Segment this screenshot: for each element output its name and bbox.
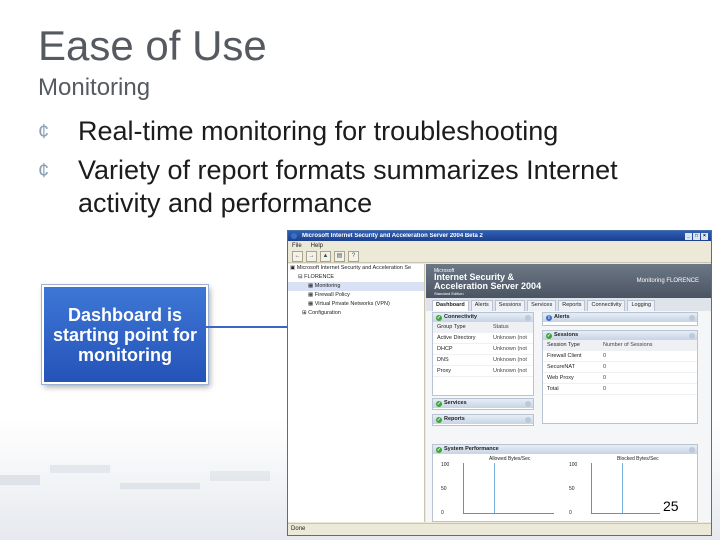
tab-logging[interactable]: Logging	[627, 300, 656, 311]
collapse-icon[interactable]	[689, 332, 695, 339]
help-icon[interactable]: ?	[348, 250, 359, 262]
table-row[interactable]: SecureNAT 0	[543, 362, 697, 373]
collapse-icon[interactable]	[525, 416, 531, 423]
page-number: 25	[660, 498, 682, 514]
table-row[interactable]: Firewall Client 0	[543, 351, 697, 362]
menu-help[interactable]: Help	[311, 243, 323, 249]
console-tree: ▣ Microsoft Internet Security and Accele…	[288, 264, 425, 522]
minimize-icon[interactable]: _	[685, 232, 692, 240]
sessions-header[interactable]: ✓ Sessions	[543, 331, 697, 340]
bullet-marker-icon: ¢	[38, 121, 50, 143]
table-row[interactable]: Active Directory Unknown (not	[433, 333, 533, 344]
reports-panel: ✓ Reports	[432, 414, 534, 426]
services-panel: ✓ Services	[432, 398, 534, 410]
up-icon[interactable]: ▲	[320, 250, 331, 262]
table-header: Group Type Status	[433, 322, 533, 333]
show-hide-icon[interactable]: ▤	[334, 250, 345, 262]
bullet-text: Real-time monitoring for troubleshooting	[78, 116, 559, 146]
y-tick-label: 0	[569, 510, 572, 516]
console-pane: Microsoft Internet Security & Accelerati…	[426, 264, 711, 522]
chart-series-line	[494, 463, 495, 513]
allowed-bytes-chart: Allowed Bytes/Sec 100 50 0	[441, 456, 561, 518]
banner-server: Monitoring FLORENCE	[636, 278, 699, 284]
banner-product: Internet Security & Acceleration Server …	[434, 272, 542, 291]
collapse-icon[interactable]	[689, 446, 695, 453]
table-row[interactable]: DHCP Unknown (not	[433, 344, 533, 355]
tab-bar: Dashboard Alerts Sessions Services Repor…	[426, 298, 711, 311]
chart-plot-area	[463, 463, 554, 514]
back-icon[interactable]: ←	[292, 250, 303, 262]
collapse-icon[interactable]	[525, 400, 531, 407]
close-icon[interactable]: ×	[701, 232, 708, 240]
alerts-header[interactable]: i Alerts	[543, 313, 697, 322]
isa-banner: Microsoft Internet Security & Accelerati…	[426, 264, 711, 298]
sessions-panel: ✓ Sessions Session Type Number of Sessio…	[542, 330, 698, 424]
tab-sessions[interactable]: Sessions	[494, 300, 526, 311]
app-icon	[291, 233, 297, 239]
table-row[interactable]: Proxy Unknown (not	[433, 366, 533, 377]
tree-node-vpn[interactable]: ▦ Virtual Private Networks (VPN)	[288, 300, 424, 309]
forward-icon[interactable]: →	[306, 250, 317, 262]
chart-label: Blocked Bytes/Sec	[617, 456, 659, 462]
callout-text: Dashboard is starting point for monitori…	[53, 304, 197, 365]
tree-node-monitoring[interactable]: ▦ Monitoring	[288, 282, 424, 291]
slide-subtitle: Monitoring	[38, 74, 151, 101]
tab-reports[interactable]: Reports	[558, 300, 586, 311]
check-icon: ✓	[546, 332, 552, 339]
window-titlebar[interactable]: Microsoft Internet Security and Accelera…	[288, 231, 711, 241]
bullet-item: ¢ Variety of report formats summarizes I…	[38, 154, 698, 220]
y-tick-label: 100	[441, 462, 450, 468]
toolbar: ← → ▲ ▤ ?	[288, 250, 711, 263]
bullet-item: ¢ Real-time monitoring for troubleshooti…	[38, 115, 698, 149]
table-header: Session Type Number of Sessions	[543, 340, 697, 351]
menu-bar: File Help	[288, 241, 711, 250]
tree-node-firewall-policy[interactable]: ▦ Firewall Policy	[288, 291, 424, 300]
slide-title: Ease of Use	[38, 22, 267, 69]
background-decoration	[0, 465, 270, 489]
check-icon: ✓	[436, 446, 442, 453]
menu-file[interactable]: File	[292, 243, 302, 249]
bullet-text: Variety of report formats summarizes Int…	[78, 155, 618, 218]
isa-server-window: Microsoft Internet Security and Accelera…	[287, 230, 712, 536]
tree-node-root[interactable]: ▣ Microsoft Internet Security and Accele…	[288, 264, 424, 273]
tab-services[interactable]: Services	[527, 300, 557, 311]
tab-alerts[interactable]: Alerts	[470, 300, 493, 311]
maximize-icon[interactable]: □	[693, 232, 700, 240]
chart-series-line	[622, 463, 623, 513]
chart-label: Allowed Bytes/Sec	[489, 456, 531, 462]
connectivity-header[interactable]: ✓ Connectivity	[433, 313, 533, 322]
bullet-list: ¢ Real-time monitoring for troubleshooti…	[38, 115, 698, 220]
table-row[interactable]: Total 0	[543, 384, 697, 395]
bullet-marker-icon: ¢	[38, 160, 50, 182]
tree-node-server[interactable]: ⊟ FLORENCE	[288, 273, 424, 282]
connectivity-panel: ✓ Connectivity Group Type Status Active …	[432, 312, 534, 396]
status-bar: Done	[288, 523, 711, 535]
banner-edition: Standard Edition	[434, 291, 464, 296]
system-performance-panel: ✓ System Performance Allowed Bytes/Sec 1…	[432, 444, 698, 522]
services-header[interactable]: ✓ Services	[433, 399, 533, 408]
y-tick-label: 50	[569, 486, 575, 492]
alerts-panel: i Alerts	[542, 312, 698, 326]
callout-box: Dashboard is starting point for monitori…	[41, 284, 209, 385]
y-tick-label: 100	[569, 462, 578, 468]
y-tick-label: 0	[441, 510, 444, 516]
collapse-icon[interactable]	[689, 314, 695, 321]
check-icon: ✓	[436, 400, 442, 407]
table-row[interactable]: Web Proxy 0	[543, 373, 697, 384]
window-title: Microsoft Internet Security and Accelera…	[302, 233, 483, 239]
tab-dashboard[interactable]: Dashboard	[432, 300, 469, 311]
collapse-icon[interactable]	[525, 314, 531, 321]
system-performance-header[interactable]: ✓ System Performance	[433, 445, 697, 454]
tab-connectivity[interactable]: Connectivity	[587, 300, 626, 311]
y-tick-label: 50	[441, 486, 447, 492]
status-text: Done	[291, 526, 306, 532]
table-row[interactable]: DNS Unknown (not	[433, 355, 533, 366]
tree-node-configuration[interactable]: ⊞ Configuration	[288, 309, 424, 318]
check-icon: ✓	[436, 416, 442, 423]
info-icon: i	[546, 314, 552, 321]
reports-header[interactable]: ✓ Reports	[433, 415, 533, 424]
check-icon: ✓	[436, 314, 442, 321]
